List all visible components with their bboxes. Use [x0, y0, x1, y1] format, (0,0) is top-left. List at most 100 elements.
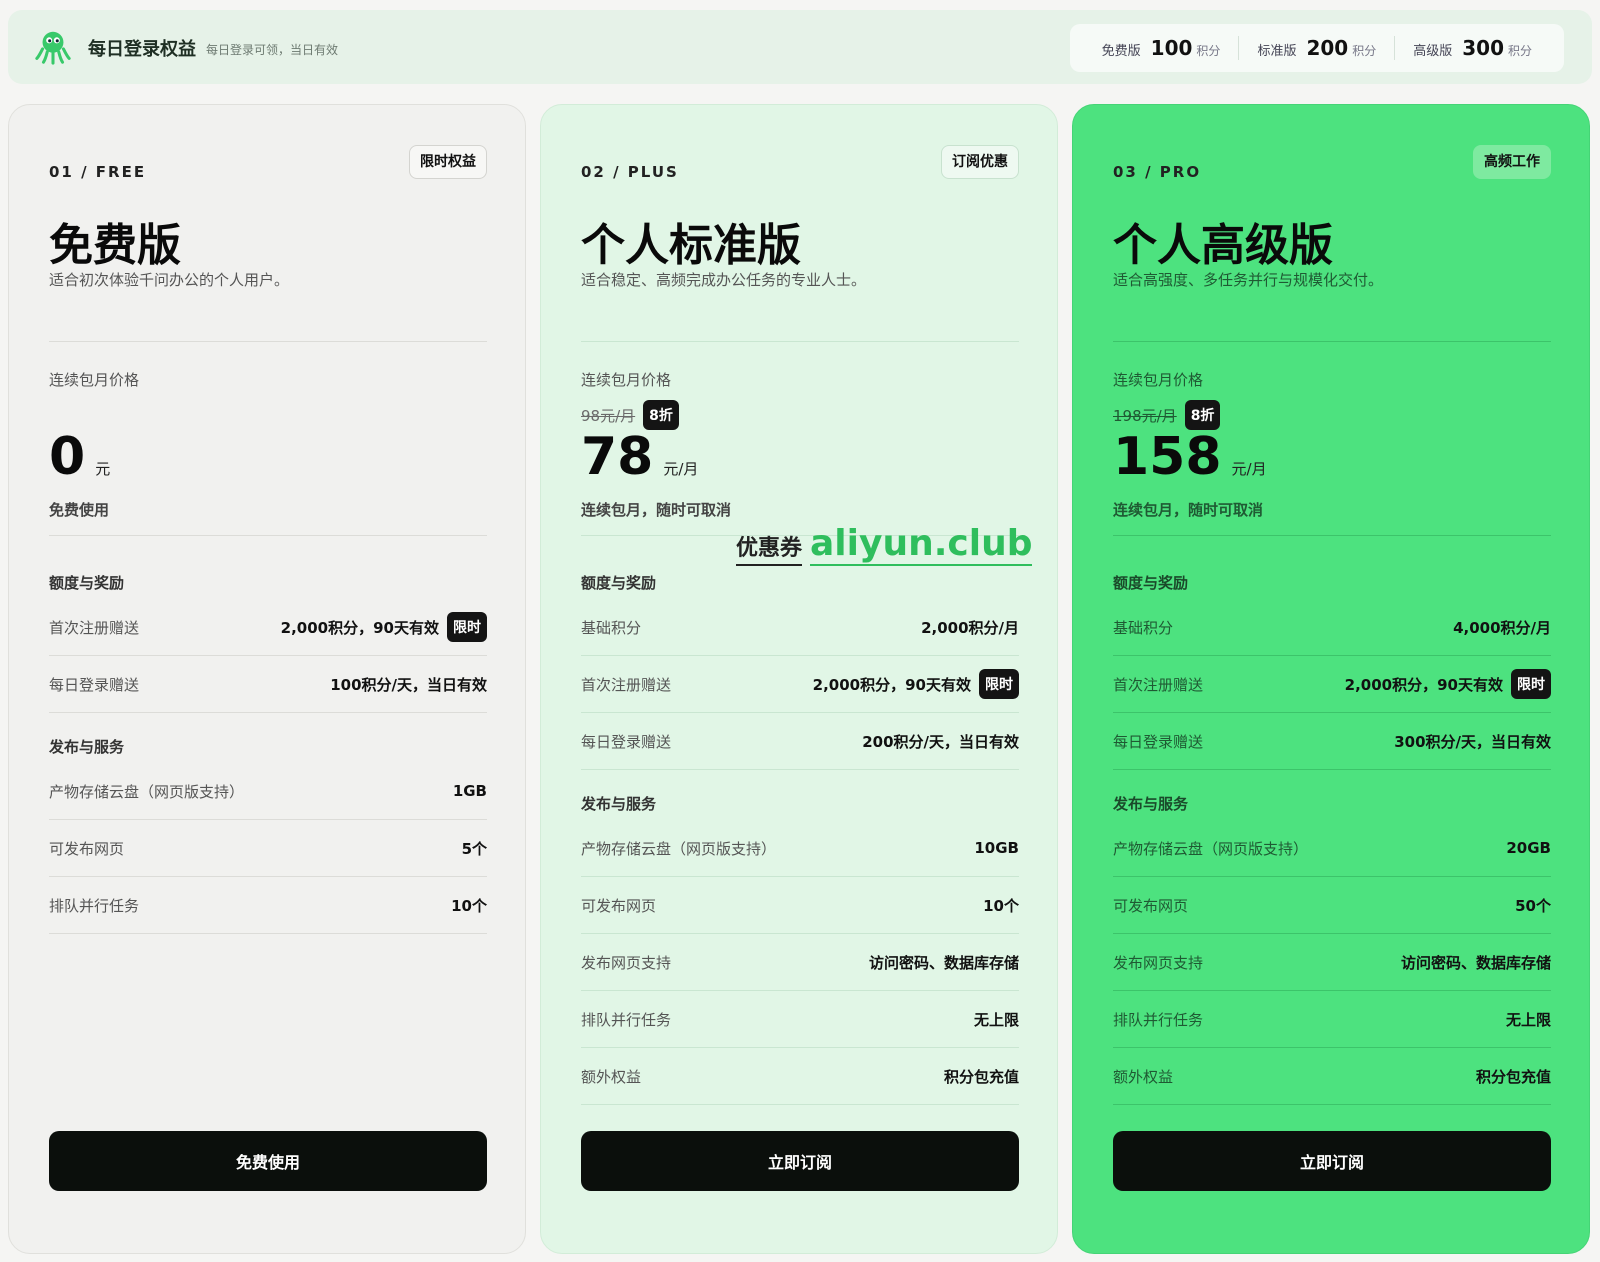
plan-description: 适合高强度、多任务并行与规模化交付。	[1113, 271, 1384, 289]
quota-row: 基础积分 4,000积分/月	[1113, 599, 1551, 656]
subscribe-pro-button[interactable]: 立即订阅	[1113, 1131, 1551, 1191]
section-quota-title: 额度与奖励	[1113, 574, 1189, 592]
divider	[1113, 535, 1551, 536]
original-price-text: 198元/月	[1113, 406, 1177, 425]
row-label: 产物存储云盘（网页版支持）	[1113, 839, 1309, 858]
price-unit: 元/月	[1231, 460, 1267, 478]
quota-label: 高级版	[1413, 44, 1453, 59]
divider	[581, 341, 1019, 342]
coupon-label: 优惠券	[736, 530, 803, 566]
original-price-text: 98元/月	[581, 406, 636, 425]
row-label: 基础积分	[1113, 618, 1174, 637]
row-value: 10个	[983, 896, 1019, 915]
row-label: 额外权益	[1113, 1067, 1174, 1086]
plan-card-free: 01 / FREE 限时权益 免费版 适合初次体验千问办公的个人用户。 连续包月…	[8, 104, 526, 1254]
quota-row: 首次注册赠送 2,000积分，90天有效 限时	[581, 656, 1019, 713]
service-row: 产物存储云盘（网页版支持） 20GB	[1113, 820, 1551, 877]
service-row: 可发布网页 50个	[1113, 877, 1551, 934]
row-value-text: 2,000积分，90天有效	[1344, 675, 1503, 694]
free-use-button[interactable]: 免费使用	[49, 1131, 487, 1191]
section-quota-title: 额度与奖励	[581, 574, 657, 592]
original-price: 198元/月 8折	[1113, 400, 1221, 430]
price-label: 连续包月价格	[49, 371, 140, 389]
coupon-overlay[interactable]: 优惠券 aliyun.club	[736, 523, 1033, 566]
plan-badge: 高频工作	[1473, 145, 1551, 179]
quota-value: 100	[1150, 36, 1193, 60]
subscribe-plus-button[interactable]: 立即订阅	[581, 1131, 1019, 1191]
row-value-text: 2,000积分，90天有效	[280, 618, 439, 637]
price-note: 连续包月，随时可取消	[581, 501, 732, 519]
price: 158 元/月	[1113, 427, 1267, 487]
service-row: 排队并行任务 无上限	[581, 991, 1019, 1048]
row-value: 2,000积分/月	[921, 618, 1019, 637]
row-value: 访问密码、数据库存储	[1400, 953, 1551, 972]
section-service-title: 发布与服务	[581, 795, 657, 813]
quota-value: 200	[1306, 36, 1349, 60]
row-value: 访问密码、数据库存储	[868, 953, 1019, 972]
service-row: 额外权益 积分包充值	[1113, 1048, 1551, 1105]
row-label: 首次注册赠送	[1113, 675, 1204, 694]
service-row: 排队并行任务 10个	[49, 877, 487, 934]
price: 0 元	[49, 427, 110, 487]
row-value: 50个	[1515, 896, 1551, 915]
row-value: 5个	[461, 839, 487, 858]
quota-value: 300	[1462, 36, 1504, 60]
price-note: 免费使用	[49, 501, 110, 519]
divider	[49, 341, 487, 342]
plan-tag: 03 / PRO	[1113, 163, 1202, 181]
limited-badge: 限时	[1511, 669, 1551, 699]
price: 78 元/月	[581, 427, 698, 487]
limited-badge: 限时	[447, 612, 487, 642]
row-label: 可发布网页	[581, 896, 657, 915]
row-value: 积分包充值	[943, 1067, 1019, 1086]
banner-subtitle: 每日登录可领，当日有效	[206, 43, 339, 57]
original-price: 98元/月 8折	[581, 400, 679, 430]
row-label: 基础积分	[581, 618, 642, 637]
section-service-title: 发布与服务	[1113, 795, 1189, 813]
row-value: 无上限	[973, 1010, 1019, 1029]
quota-label: 免费版	[1101, 44, 1141, 59]
price-unit: 元/月	[663, 460, 699, 478]
row-label: 可发布网页	[49, 839, 125, 858]
quota-row: 每日登录赠送 300积分/天，当日有效	[1113, 713, 1551, 770]
plan-name: 免费版	[49, 220, 181, 271]
row-value: 无上限	[1505, 1010, 1551, 1029]
row-value-text: 2,000积分，90天有效	[812, 675, 971, 694]
price-amount: 158	[1113, 427, 1222, 487]
row-label: 排队并行任务	[1113, 1010, 1204, 1029]
row-value: 2,000积分，90天有效 限时	[1345, 669, 1551, 699]
row-label: 排队并行任务	[581, 1010, 672, 1029]
plan-badge: 限时权益	[409, 145, 487, 179]
quota-row: 每日登录赠送 100积分/天，当日有效	[49, 656, 487, 713]
plan-description: 适合稳定、高频完成办公任务的专业人士。	[581, 271, 867, 289]
quota-unit: 积分	[1352, 44, 1377, 58]
row-label: 额外权益	[581, 1067, 642, 1086]
service-row: 额外权益 积分包充值	[581, 1048, 1019, 1105]
quota-row: 基础积分 2,000积分/月	[581, 599, 1019, 656]
service-row: 发布网页支持 访问密码、数据库存储	[581, 934, 1019, 991]
plan-card-pro: 03 / PRO 高频工作 个人高级版 适合高强度、多任务并行与规模化交付。 连…	[1072, 104, 1590, 1254]
row-value: 300积分/天，当日有效	[1394, 732, 1551, 751]
row-label: 产物存储云盘（网页版支持）	[49, 782, 245, 801]
price-unit: 元	[95, 460, 111, 478]
row-label: 可发布网页	[1113, 896, 1189, 915]
daily-quota-summary: 免费版 100 积分 标准版 200 积分 高级版 300 积分	[1069, 24, 1564, 72]
quota-pro: 高级版 300 积分	[1394, 36, 1550, 60]
service-row: 发布网页支持 访问密码、数据库存储	[1113, 934, 1551, 991]
quota-row: 每日登录赠送 200积分/天，当日有效	[581, 713, 1019, 770]
coupon-link[interactable]: aliyun.club	[810, 523, 1033, 566]
octopus-logo-icon	[35, 31, 71, 65]
service-row: 可发布网页 5个	[49, 820, 487, 877]
row-label: 首次注册赠送	[581, 675, 672, 694]
price-amount: 0	[49, 427, 86, 487]
plan-tag: 02 / PLUS	[581, 163, 679, 181]
quota-free: 免费版 100 积分	[1084, 36, 1239, 60]
service-row: 产物存储云盘（网页版支持） 10GB	[581, 820, 1019, 877]
row-value: 10个	[451, 896, 487, 915]
price-amount: 78	[581, 427, 654, 487]
row-label: 首次注册赠送	[49, 618, 140, 637]
plan-tag: 01 / FREE	[49, 163, 147, 181]
price-note: 连续包月，随时可取消	[1113, 501, 1264, 519]
section-quota-title: 额度与奖励	[49, 574, 125, 592]
row-label: 发布网页支持	[1113, 953, 1204, 972]
